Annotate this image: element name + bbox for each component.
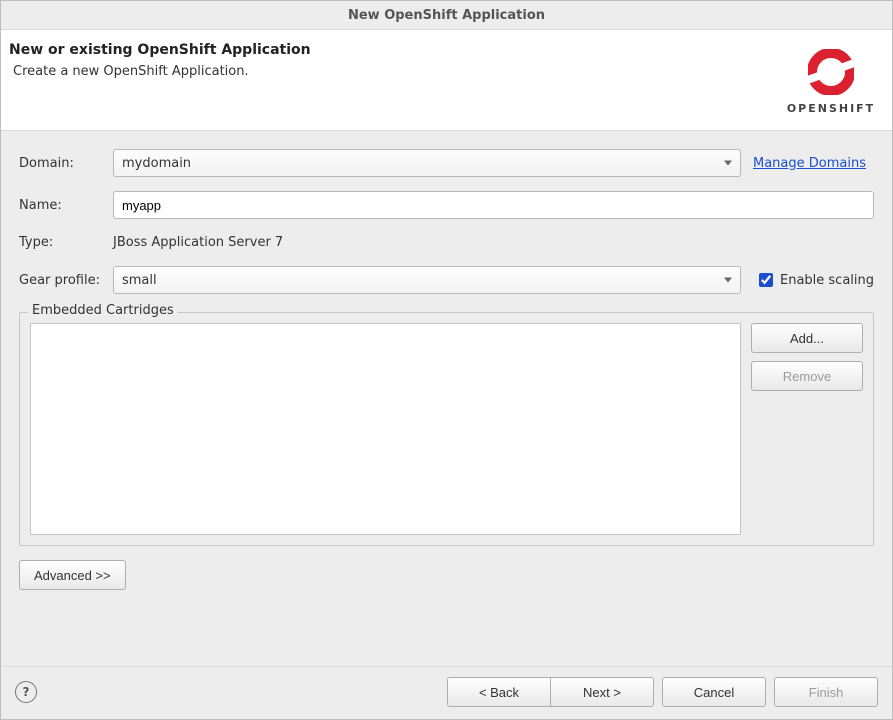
form-area: Domain: mydomain Manage Domains Name: Ty… xyxy=(1,131,892,666)
enable-scaling-checkbox[interactable] xyxy=(759,273,773,287)
advanced-row: Advanced >> xyxy=(19,560,874,590)
gear-profile-value: small xyxy=(122,273,157,288)
help-icon[interactable]: ? xyxy=(15,681,37,703)
name-label: Name: xyxy=(19,198,105,213)
add-cartridge-button[interactable]: Add... xyxy=(751,323,863,353)
domain-combo[interactable]: mydomain xyxy=(113,149,741,177)
next-button[interactable]: Next > xyxy=(550,677,654,707)
window-titlebar: New OpenShift Application xyxy=(1,1,892,30)
cancel-button[interactable]: Cancel xyxy=(662,677,766,707)
wizard-button-bar: ? < Back Next > Cancel Finish xyxy=(1,666,892,719)
gear-profile-combo[interactable]: small xyxy=(113,266,741,294)
manage-domains-link[interactable]: Manage Domains xyxy=(749,156,874,171)
back-button[interactable]: < Back xyxy=(447,677,551,707)
chevron-down-icon xyxy=(724,161,732,166)
banner-text-block: New or existing OpenShift Application Cr… xyxy=(9,42,786,79)
banner-title: New or existing OpenShift Application xyxy=(9,42,786,58)
wizard-banner: New or existing OpenShift Application Cr… xyxy=(1,30,892,131)
openshift-logo: OPENSHIFT xyxy=(786,42,876,115)
embedded-cartridges-legend: Embedded Cartridges xyxy=(28,303,178,318)
finish-button: Finish xyxy=(774,677,878,707)
cartridge-list[interactable] xyxy=(30,323,741,535)
window-title: New OpenShift Application xyxy=(348,8,545,23)
type-value: JBoss Application Server 7 xyxy=(113,233,874,252)
domain-label: Domain: xyxy=(19,156,105,171)
cartridge-buttons: Add... Remove xyxy=(751,323,863,535)
domain-combo-value: mydomain xyxy=(122,156,191,171)
enable-scaling-label: Enable scaling xyxy=(780,273,874,288)
enable-scaling-field[interactable]: Enable scaling xyxy=(749,270,874,290)
form-grid: Domain: mydomain Manage Domains Name: Ty… xyxy=(19,149,874,294)
banner-subtitle: Create a new OpenShift Application. xyxy=(9,64,786,79)
gear-profile-label: Gear profile: xyxy=(19,273,105,288)
embedded-cartridges-fieldset: Embedded Cartridges Add... Remove xyxy=(19,312,874,546)
openshift-logo-text: OPENSHIFT xyxy=(786,102,876,115)
remove-cartridge-button: Remove xyxy=(751,361,863,391)
chevron-down-icon xyxy=(724,278,732,283)
dialog-window: New OpenShift Application New or existin… xyxy=(0,0,893,720)
advanced-button[interactable]: Advanced >> xyxy=(19,560,126,590)
name-input[interactable] xyxy=(113,191,874,219)
type-label: Type: xyxy=(19,235,105,250)
openshift-logo-icon xyxy=(803,44,859,100)
